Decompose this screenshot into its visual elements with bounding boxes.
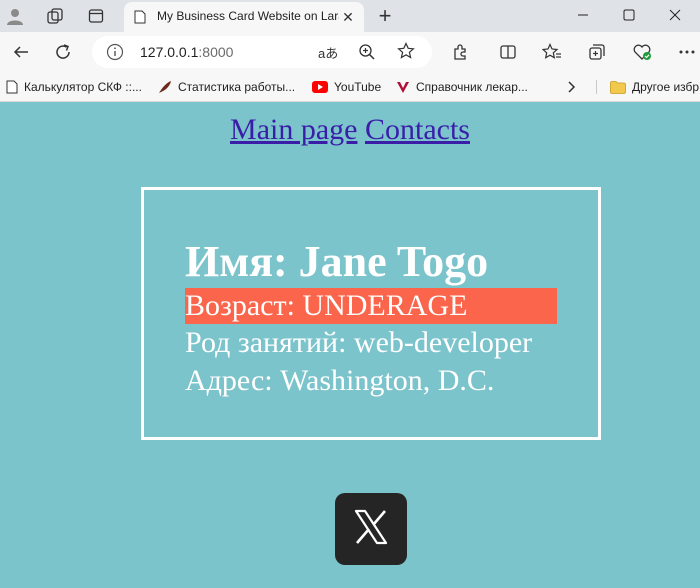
- main-page-link[interactable]: Main page: [230, 113, 357, 146]
- page-content: Main page Contacts Имя: Jane Togo Возрас…: [0, 103, 700, 588]
- bookmarks-divider: [596, 80, 597, 94]
- card-content: Имя: Jane Togo Возраст: UNDERAGE Род зан…: [185, 238, 557, 400]
- new-tab-button[interactable]: +: [372, 3, 398, 28]
- site-info-icon[interactable]: [106, 43, 124, 66]
- url-host: 127.0.0.1: [140, 44, 199, 60]
- bookmarks-overflow-icon[interactable]: [566, 78, 576, 96]
- bookmarks-bar: Калькулятор СКФ ::... Статистика работы.…: [0, 72, 700, 102]
- favorite-star-icon[interactable]: [397, 42, 415, 65]
- tab-actions-icon[interactable]: [83, 4, 109, 28]
- back-icon[interactable]: [6, 37, 36, 67]
- other-bookmarks-label: Другое избр: [632, 80, 700, 94]
- maximize-icon[interactable]: [606, 0, 652, 30]
- site-nav: Main page Contacts: [0, 113, 700, 147]
- active-tab[interactable]: My Business Card Website on Laravel ✕: [124, 2, 364, 32]
- close-window-icon[interactable]: [652, 0, 698, 30]
- bookmark-label: Справочник лекар...: [416, 80, 528, 94]
- read-aloud-icon[interactable]: aあ: [318, 43, 338, 62]
- card-name: Имя: Jane Togo: [185, 237, 489, 286]
- zoom-icon[interactable]: [358, 43, 376, 66]
- bookmark-item[interactable]: Справочник лекар...: [396, 78, 528, 96]
- x-logo-icon: [351, 507, 391, 552]
- refresh-icon[interactable]: [48, 37, 78, 67]
- other-bookmarks-folder[interactable]: Другое избр: [610, 78, 699, 96]
- bookmark-label: Калькулятор СКФ ::...: [24, 80, 142, 94]
- browser-toolbar: 127.0.0.1:8000 aあ: [0, 32, 700, 72]
- feather-icon: [158, 80, 172, 94]
- collections-icon[interactable]: [582, 37, 612, 67]
- tab-strip: My Business Card Website on Laravel ✕ +: [0, 0, 700, 32]
- favorites-icon[interactable]: [537, 37, 567, 67]
- minimize-icon[interactable]: [560, 0, 606, 30]
- bookmark-label: YouTube: [334, 80, 382, 94]
- profile-icon[interactable]: [2, 4, 28, 28]
- document-icon: [6, 80, 18, 94]
- workspaces-icon[interactable]: [42, 4, 68, 28]
- page-icon: [134, 10, 146, 29]
- bookmark-item[interactable]: Статистика работы...: [158, 78, 295, 96]
- business-card: Имя: Jane Togo Возраст: UNDERAGE Род зан…: [141, 187, 601, 440]
- url-text[interactable]: 127.0.0.1:8000: [140, 44, 233, 60]
- more-menu-icon[interactable]: [672, 37, 700, 67]
- card-address: Адрес: Washington, D.C.: [185, 364, 495, 397]
- address-bar[interactable]: 127.0.0.1:8000 aあ: [92, 36, 432, 68]
- url-port: :8000: [198, 44, 234, 60]
- bookmark-item[interactable]: Калькулятор СКФ ::...: [6, 78, 142, 96]
- tab-title: My Business Card Website on Laravel: [157, 9, 339, 23]
- extensions-icon[interactable]: [445, 37, 475, 67]
- folder-icon: [610, 80, 626, 94]
- youtube-icon: [312, 81, 328, 93]
- close-tab-icon[interactable]: ✕: [338, 7, 358, 27]
- browser-essentials-icon[interactable]: [627, 37, 657, 67]
- contacts-link[interactable]: Contacts: [365, 113, 470, 146]
- vidal-icon: [396, 80, 410, 94]
- card-occupation: Род занятий: web-developer: [185, 326, 533, 359]
- card-age: Возраст: UNDERAGE: [185, 288, 557, 324]
- x-social-button[interactable]: [335, 493, 407, 565]
- bookmark-item[interactable]: YouTube: [312, 78, 381, 96]
- split-screen-icon[interactable]: [493, 37, 523, 67]
- bookmark-label: Статистика работы...: [178, 80, 296, 94]
